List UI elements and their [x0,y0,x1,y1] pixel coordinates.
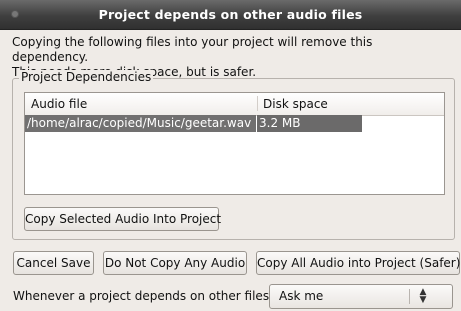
dialog-window: Project depends on other audio files Cop… [0,0,461,311]
column-separator[interactable] [257,96,258,111]
policy-select[interactable]: Ask me ▲ ▼ [269,284,453,309]
combo-separator [409,289,410,304]
policy-selected-value: Ask me [279,289,324,303]
policy-label: Whenever a project depends on other file… [13,289,274,303]
disk-space-cell: 3.2 MB [257,115,362,132]
updown-chevron-icon: ▲ ▼ [419,287,427,305]
project-dependencies-group: Project Dependencies Audio file Disk spa… [12,70,455,240]
window-title: Project depends on other audio files [98,7,363,22]
audio-file-cell: /home/alrac/copied/Music/geetar.wav [25,115,256,132]
dependencies-list[interactable]: Audio file Disk space /home/alrac/copied… [24,92,445,195]
list-header: Audio file Disk space [25,93,444,116]
table-row[interactable]: /home/alrac/copied/Music/geetar.wav 3.2 … [25,115,444,132]
column-header-disk-space[interactable]: Disk space [263,97,328,111]
copy-all-audio-button[interactable]: Copy All Audio into Project (Safer) [256,251,460,275]
message-line-1: Copying the following files into your pr… [12,35,373,64]
do-not-copy-button[interactable]: Do Not Copy Any Audio [103,251,247,275]
copy-selected-audio-button[interactable]: Copy Selected Audio Into Project [24,207,221,231]
cancel-save-button[interactable]: Cancel Save [13,251,94,275]
column-header-audio-file[interactable]: Audio file [31,97,87,111]
group-label: Project Dependencies [19,70,154,84]
title-bar[interactable]: Project depends on other audio files [0,0,461,30]
